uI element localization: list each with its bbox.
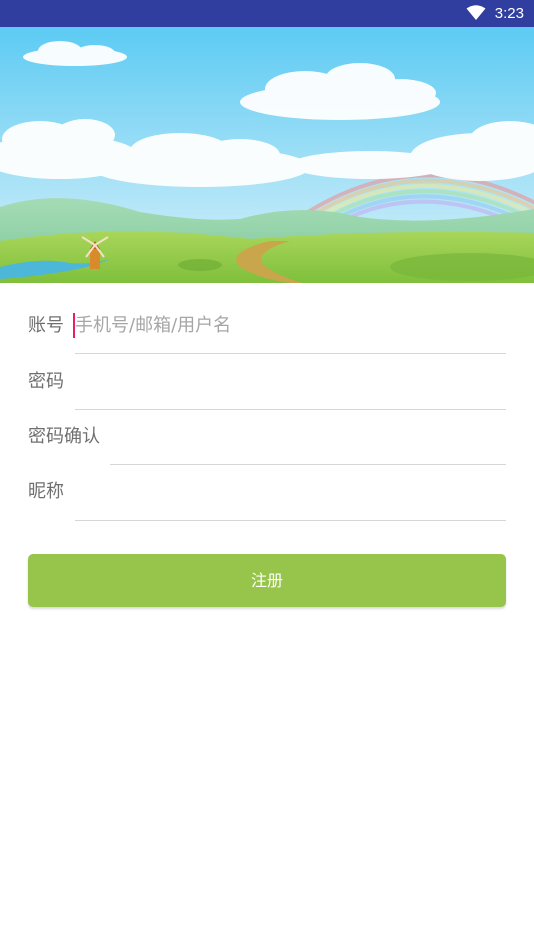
password-row: 密码 (0, 371, 534, 426)
account-row: 账号 手机号/邮箱/用户名 (0, 313, 534, 370)
clock-time: 3:23 (494, 5, 524, 22)
register-button[interactable]: 注册 (28, 554, 506, 607)
account-placeholder: 手机号/邮箱/用户名 (75, 315, 232, 336)
password-underline (75, 409, 506, 410)
account-input[interactable]: 手机号/邮箱/用户名 (73, 313, 506, 345)
password-confirm-underline (110, 464, 506, 465)
wifi-icon (466, 5, 486, 20)
header-banner-image (0, 27, 534, 283)
nickname-row: 昵称 (0, 481, 534, 536)
text-caret (73, 313, 75, 338)
password-label: 密码 (28, 371, 64, 392)
status-bar: 3:23 (0, 0, 534, 27)
account-underline (75, 353, 506, 354)
password-confirm-input[interactable] (110, 426, 506, 456)
password-input[interactable] (75, 371, 506, 401)
nickname-input[interactable] (75, 481, 506, 511)
password-confirm-row: 密码确认 (0, 426, 534, 481)
password-confirm-label: 密码确认 (28, 426, 100, 447)
nickname-label: 昵称 (28, 481, 64, 502)
nickname-underline (75, 520, 506, 521)
account-label: 账号 (28, 315, 64, 336)
